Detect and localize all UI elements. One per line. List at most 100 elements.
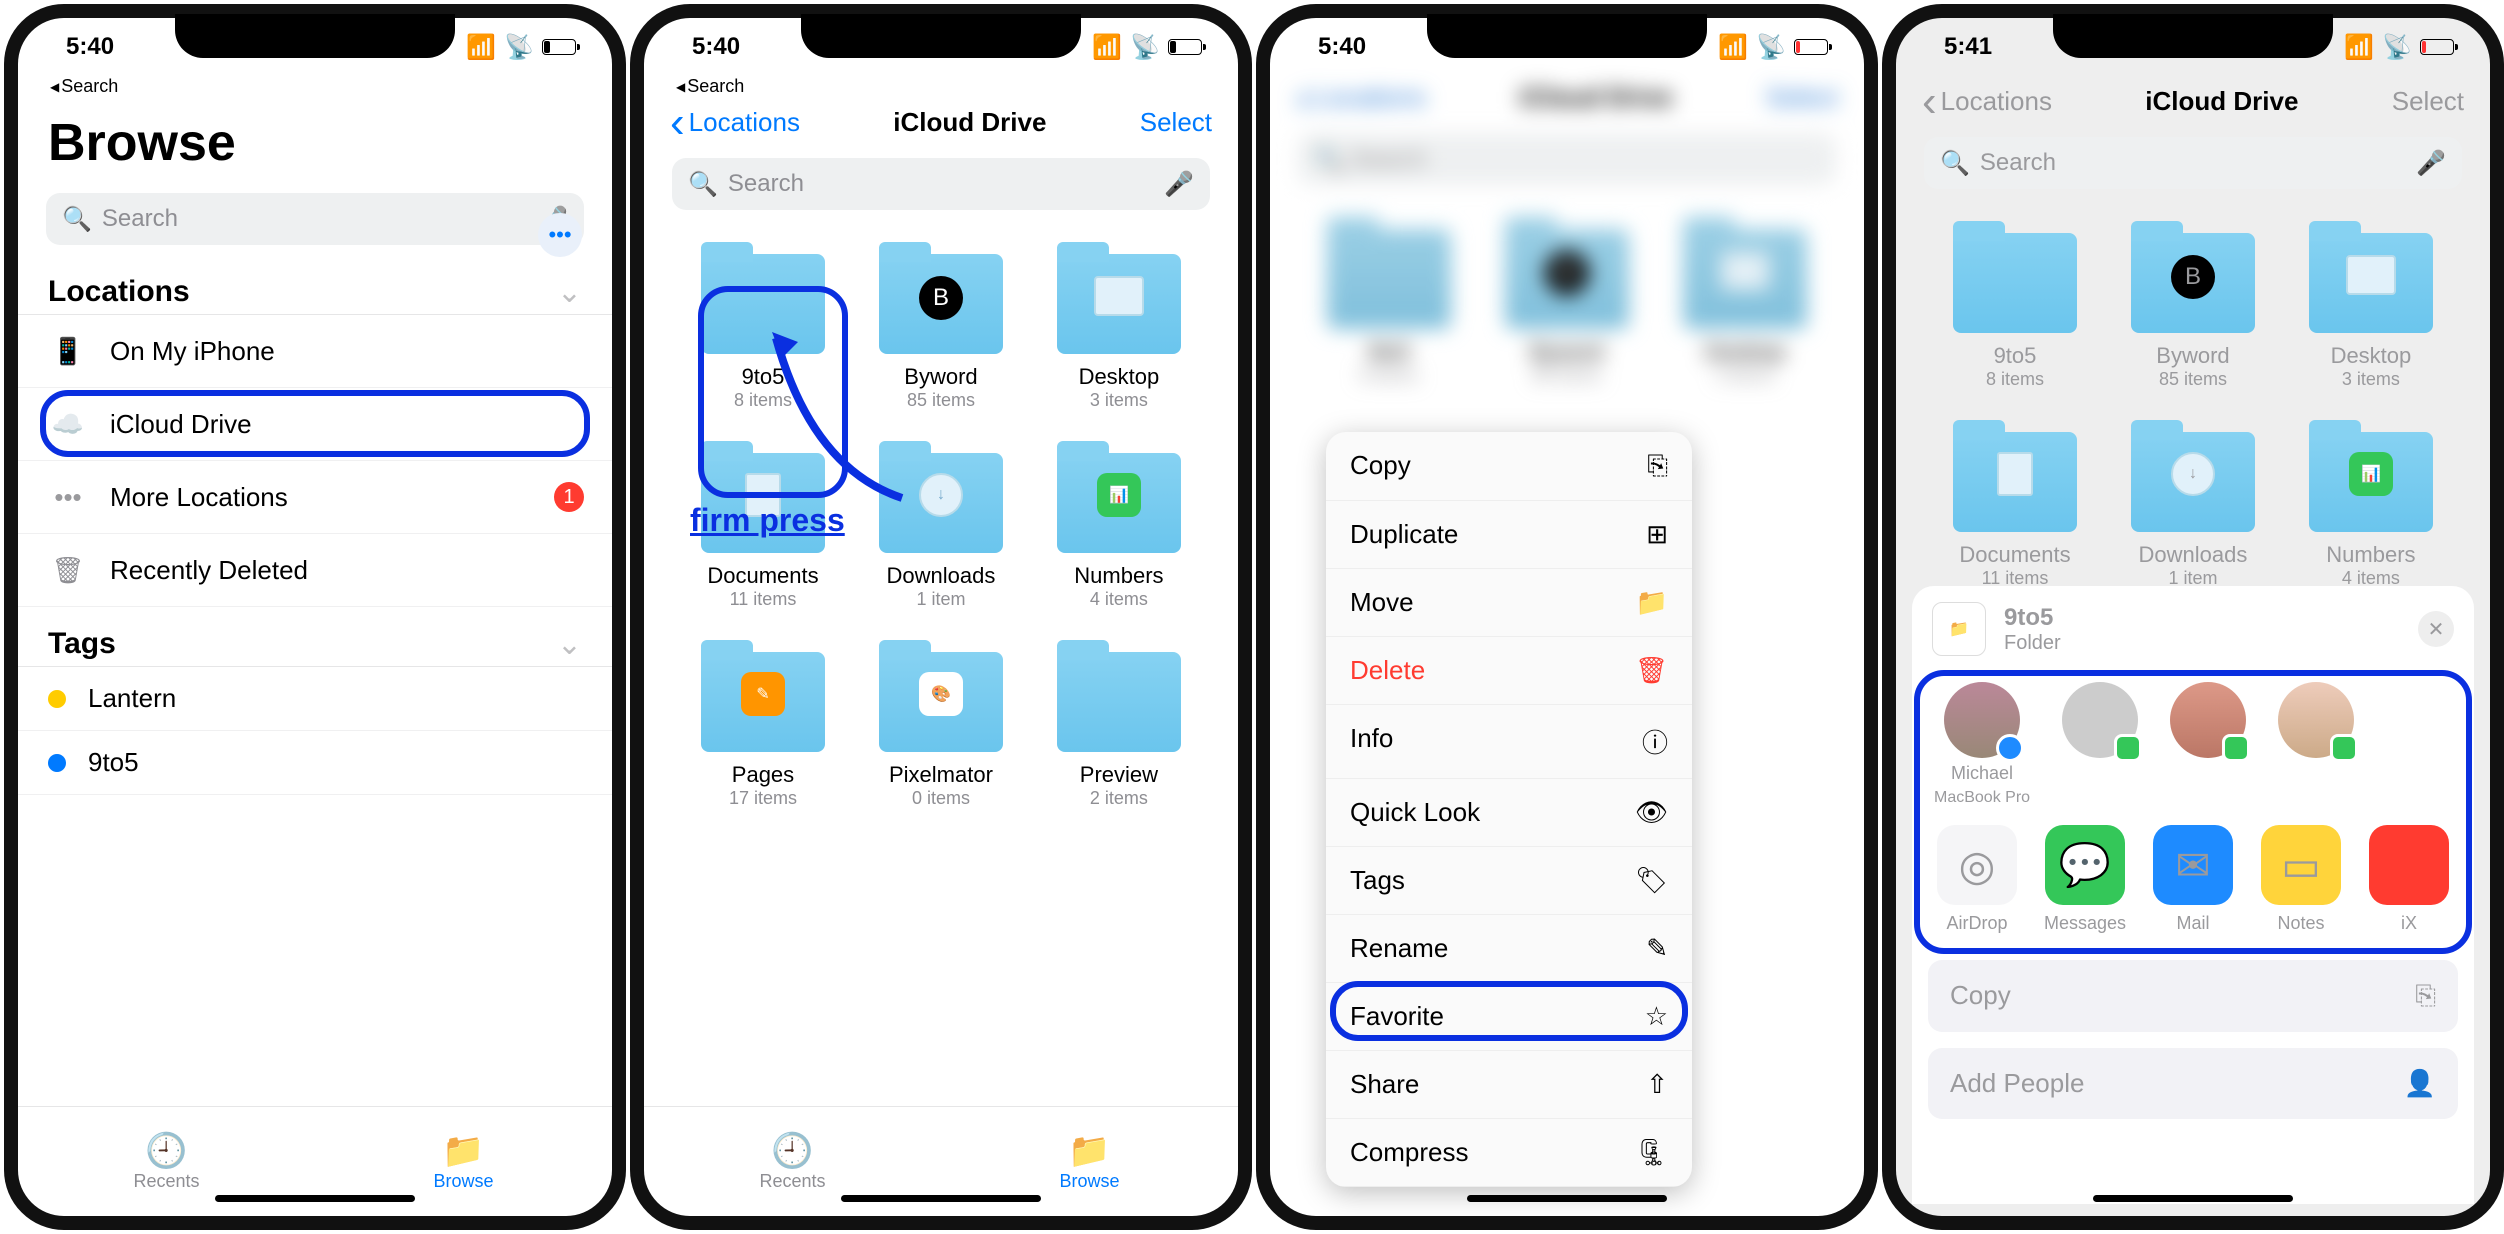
folder-pixelmator[interactable]: 🎨Pixelmator0 items — [852, 634, 1030, 833]
folder-desktop[interactable]: Desktop3 items — [1030, 236, 1208, 435]
row-on-my-iphone[interactable]: 📱 On My iPhone — [18, 315, 612, 388]
folder-name: Downloads — [887, 563, 996, 589]
share-apps: ◎AirDrop💬Messages✉Mail▭NotesiX — [1912, 819, 2474, 952]
tag-lantern[interactable]: Lantern — [18, 667, 612, 731]
battery-icon — [2420, 39, 2454, 55]
trash-icon: 🗑 — [48, 550, 88, 590]
folder-icon — [1953, 432, 2077, 532]
row-recently-deleted[interactable]: 🗑 Recently Deleted — [18, 534, 612, 607]
row-more-locations[interactable]: ••• More Locations 1 — [18, 461, 612, 534]
iphone-icon: 📱 — [48, 331, 88, 371]
folder-byword[interactable]: BByword85 items — [2104, 215, 2282, 414]
close-button[interactable]: ✕ — [2418, 611, 2454, 647]
tags-header[interactable]: Tags⌄ — [18, 607, 612, 667]
search-input[interactable]: 🔍 Search 🎤 — [46, 193, 584, 245]
folder-icon — [1057, 254, 1181, 354]
share-item-kind: Folder — [2004, 632, 2061, 655]
folder-numbers[interactable]: 📊Numbers4 items — [1030, 435, 1208, 634]
badge: 1 — [554, 482, 584, 512]
share-app-mail[interactable]: ✉Mail — [2148, 825, 2238, 934]
folder-icon: B — [1505, 229, 1629, 329]
home-indicator[interactable] — [1467, 1195, 1667, 1202]
quick look-icon: 👁 — [1635, 797, 1668, 828]
ctx-rename[interactable]: Rename✎ — [1326, 915, 1692, 983]
folder-desktop[interactable]: Desktop3 items — [2282, 215, 2460, 414]
share-app-ix[interactable]: iX — [2364, 825, 2454, 934]
move-icon: 📁 — [1636, 587, 1668, 618]
signal-icon: 📶 — [466, 33, 496, 62]
more-button[interactable]: ••• — [538, 213, 582, 257]
folder-numbers[interactable]: 📊Numbers4 items — [2282, 414, 2460, 613]
select-button[interactable]: Select — [1140, 107, 1212, 138]
copy-icon: ⎘ — [2415, 980, 2436, 1012]
compress-icon: 🗜 — [1635, 1137, 1668, 1168]
copy-action[interactable]: Copy⎘ — [1928, 960, 2458, 1032]
folder-9to5[interactable]: 9to58 items — [1926, 215, 2104, 414]
mail-icon: ✉ — [2153, 825, 2233, 905]
folder-grid: 9to58 itemsBByword85 itemsDesktop3 items… — [1896, 199, 2490, 629]
avatar[interactable] — [2062, 682, 2138, 758]
folder-count: 85 items — [2159, 369, 2227, 390]
status-bar: 5:40 📶📡 — [1270, 18, 1864, 76]
ctx-info[interactable]: Infoⓘ — [1326, 705, 1692, 779]
share-icon: ⇧ — [1646, 1069, 1668, 1100]
folder-documents[interactable]: Documents11 items — [1926, 414, 2104, 613]
avatar[interactable] — [1944, 682, 2020, 758]
share-item-name: 9to5 — [2004, 604, 2061, 632]
ctx-delete[interactable]: Delete🗑 — [1326, 637, 1692, 705]
folder-icon: 📁 — [1932, 602, 1986, 656]
folder-count: 0 items — [912, 788, 970, 809]
folder-desktop[interactable]: Desktop3 items — [1656, 211, 1834, 410]
back-to-search[interactable]: Search — [18, 76, 612, 97]
row-icloud-drive[interactable]: ☁️ iCloud Drive — [18, 388, 612, 461]
folder-preview[interactable]: Preview2 items — [1030, 634, 1208, 833]
folder-byword[interactable]: BByword85 items — [1478, 211, 1656, 410]
airdrop-contacts: Michael MacBook Pro — [1912, 672, 2474, 819]
home-indicator[interactable] — [215, 1195, 415, 1202]
share-app-notes[interactable]: ▭Notes — [2256, 825, 2346, 934]
home-indicator[interactable] — [2093, 1195, 2293, 1202]
folder-icon: 📁 — [442, 1131, 484, 1171]
ctx-favorite[interactable]: Favorite☆ — [1326, 983, 1692, 1051]
avatar[interactable] — [2170, 682, 2246, 758]
folder-count: 85 items — [1533, 365, 1601, 386]
share-app-messages[interactable]: 💬Messages — [2040, 825, 2130, 934]
delete-icon: 🗑 — [1635, 655, 1668, 686]
cloud-icon: ☁️ — [48, 404, 88, 444]
home-indicator[interactable] — [841, 1195, 1041, 1202]
folder-pages[interactable]: ✎Pages17 items — [674, 634, 852, 833]
share-app-airdrop[interactable]: ◎AirDrop — [1932, 825, 2022, 934]
add-people-action[interactable]: Add People👤 — [1928, 1048, 2458, 1119]
ctx-share[interactable]: Share⇧ — [1326, 1051, 1692, 1119]
avatar[interactable] — [2278, 682, 2354, 758]
back-locations: Locations — [1922, 86, 2052, 117]
nav-title: iCloud Drive — [2145, 86, 2298, 117]
wifi-icon: 📡 — [504, 33, 534, 62]
rename-icon: ✎ — [1646, 933, 1668, 964]
ctx-quick-look[interactable]: Quick Look👁 — [1326, 779, 1692, 847]
wifi-icon: 📡 — [1130, 33, 1160, 62]
folder-9to5[interactable]: 9to58 items — [1300, 211, 1478, 410]
notes-icon: ▭ — [2261, 825, 2341, 905]
folder-downloads[interactable]: ↓Downloads1 item — [2104, 414, 2282, 613]
folder-icon: ↓ — [2131, 432, 2255, 532]
folder-name: 9to5 — [1994, 343, 2037, 369]
back-to-search[interactable]: Search — [644, 76, 1238, 97]
folder-name: 9to5 — [1368, 339, 1411, 365]
tag-9to5[interactable]: 9to5 — [18, 731, 612, 795]
ctx-move[interactable]: Move📁 — [1326, 569, 1692, 637]
mic-icon[interactable]: 🎤 — [1164, 170, 1194, 199]
folder-count: 3 items — [2342, 369, 2400, 390]
folder-icon — [2309, 233, 2433, 333]
ctx-duplicate[interactable]: Duplicate⊞ — [1326, 501, 1692, 569]
folder-name: Numbers — [1074, 563, 1163, 589]
ix-icon — [2369, 825, 2449, 905]
ctx-copy[interactable]: Copy⎘ — [1326, 432, 1692, 501]
clock-icon: 🕘 — [145, 1131, 187, 1171]
back-locations[interactable]: Locations — [670, 107, 800, 138]
people-icon: 👤 — [2404, 1068, 2436, 1099]
ctx-tags[interactable]: Tags🏷 — [1326, 847, 1692, 915]
ctx-compress[interactable]: Compress🗜 — [1326, 1119, 1692, 1187]
search-input[interactable]: 🔍 Search 🎤 — [672, 158, 1210, 210]
locations-header[interactable]: Locations⌄ — [18, 255, 612, 315]
